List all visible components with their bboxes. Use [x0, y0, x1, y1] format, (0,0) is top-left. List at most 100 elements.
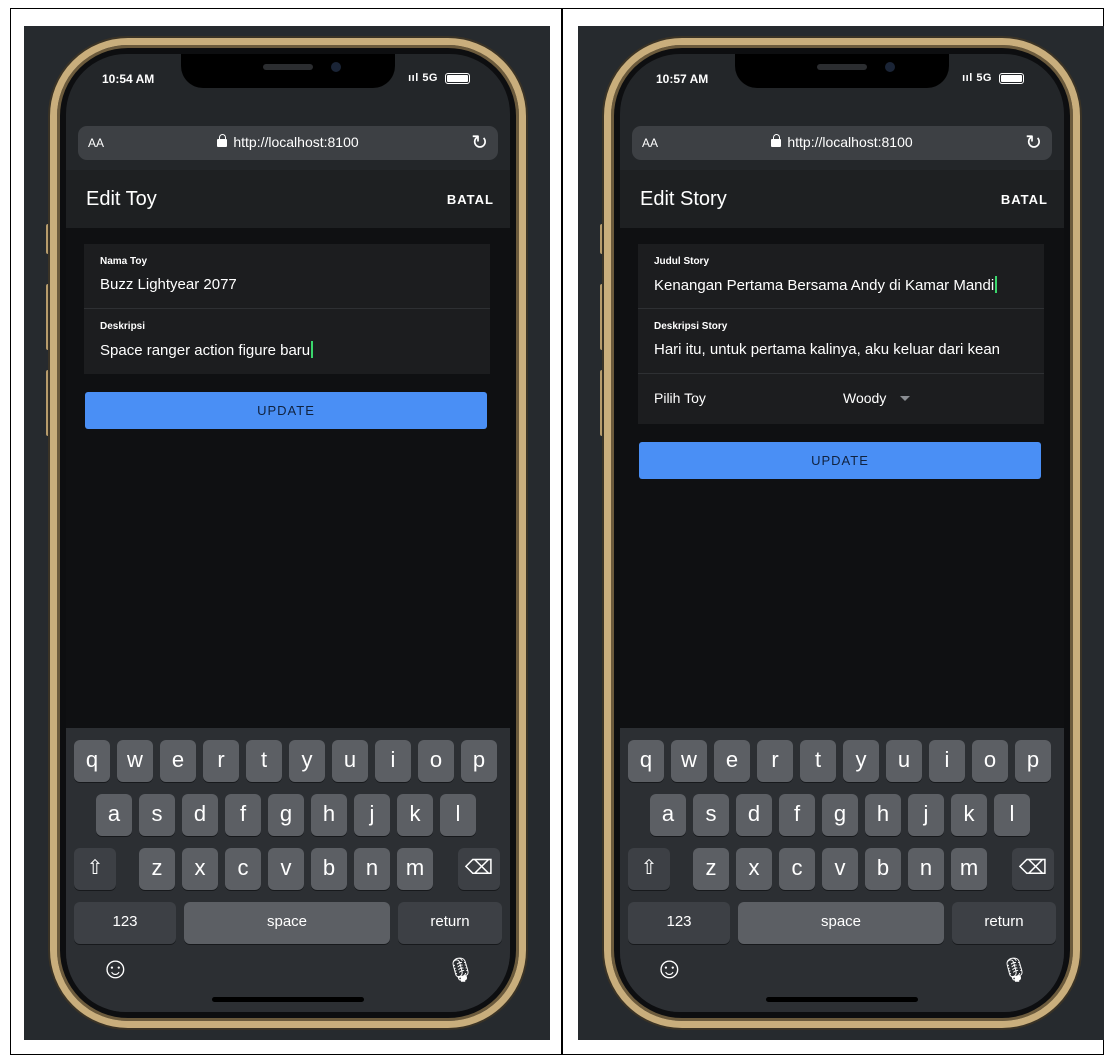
- key-f[interactable]: f: [779, 794, 815, 836]
- speaker: [263, 64, 313, 70]
- address-bar[interactable]: AA http://localhost:8100 ↻: [632, 126, 1052, 160]
- toy-name-input[interactable]: Buzz Lightyear 2077: [100, 276, 480, 293]
- status-time: 10:54 AM: [102, 72, 155, 86]
- key-y[interactable]: y: [843, 740, 879, 782]
- key-v[interactable]: v: [268, 848, 304, 890]
- key-o[interactable]: o: [418, 740, 454, 782]
- key-n[interactable]: n: [354, 848, 390, 890]
- key-c[interactable]: c: [779, 848, 815, 890]
- description-field[interactable]: Deskripsi Space ranger action figure bar…: [84, 309, 490, 374]
- key-a[interactable]: a: [96, 794, 132, 836]
- toolbar: Edit Story BATAL: [620, 170, 1064, 228]
- key-r[interactable]: r: [757, 740, 793, 782]
- key-r[interactable]: r: [203, 740, 239, 782]
- key-b[interactable]: b: [311, 848, 347, 890]
- key-i[interactable]: i: [375, 740, 411, 782]
- key-l[interactable]: l: [440, 794, 476, 836]
- story-description-field[interactable]: Deskripsi Story Hari itu, untuk pertama …: [638, 309, 1044, 374]
- key-g[interactable]: g: [268, 794, 304, 836]
- key-v[interactable]: v: [822, 848, 858, 890]
- key-w[interactable]: w: [671, 740, 707, 782]
- key-h[interactable]: h: [865, 794, 901, 836]
- reload-icon[interactable]: ↻: [471, 130, 488, 155]
- cancel-button[interactable]: BATAL: [447, 192, 494, 207]
- key-q[interactable]: q: [74, 740, 110, 782]
- select-label: Pilih Toy: [654, 390, 706, 406]
- key-w[interactable]: w: [117, 740, 153, 782]
- key-f[interactable]: f: [225, 794, 261, 836]
- field-label: Judul Story: [654, 256, 710, 267]
- key-k[interactable]: k: [397, 794, 433, 836]
- key-c[interactable]: c: [225, 848, 261, 890]
- story-description-input[interactable]: Hari itu, untuk pertama kalinya, aku kel…: [654, 341, 1034, 358]
- toy-name-field[interactable]: Nama Toy Buzz Lightyear 2077: [84, 244, 490, 309]
- key-t[interactable]: t: [246, 740, 282, 782]
- key-p[interactable]: p: [1015, 740, 1051, 782]
- key-p[interactable]: p: [461, 740, 497, 782]
- phone-screen: 10:54 AM ııl 5G AA http://localhost:8100…: [66, 54, 510, 1012]
- update-button[interactable]: UPDATE: [85, 392, 487, 429]
- page-title: Edit Story: [640, 188, 727, 210]
- key-s[interactable]: s: [693, 794, 729, 836]
- key-k[interactable]: k: [951, 794, 987, 836]
- key-g[interactable]: g: [822, 794, 858, 836]
- battery-icon: [445, 73, 470, 84]
- grid-divider: [561, 8, 563, 1055]
- shift-key[interactable]: ⇧: [74, 848, 116, 890]
- key-d[interactable]: d: [182, 794, 218, 836]
- key-e[interactable]: e: [160, 740, 196, 782]
- key-u[interactable]: u: [332, 740, 368, 782]
- key-m[interactable]: m: [951, 848, 987, 890]
- key-d[interactable]: d: [736, 794, 772, 836]
- key-q[interactable]: q: [628, 740, 664, 782]
- key-j[interactable]: j: [354, 794, 390, 836]
- key-e[interactable]: e: [714, 740, 750, 782]
- key-z[interactable]: z: [693, 848, 729, 890]
- phone-screen: 10:57 AM ııl 5G AA http://localhost:8100…: [620, 54, 1064, 1012]
- url-display[interactable]: http://localhost:8100: [632, 134, 1052, 150]
- key-j[interactable]: j: [908, 794, 944, 836]
- dropdown-arrow-icon[interactable]: [900, 396, 910, 401]
- toolbar: Edit Toy BATAL: [66, 170, 510, 228]
- toy-select-value[interactable]: Woody: [843, 390, 886, 406]
- key-h[interactable]: h: [311, 794, 347, 836]
- home-indicator[interactable]: [766, 997, 918, 1002]
- description-input[interactable]: Space ranger action figure baru: [100, 341, 480, 359]
- key-z[interactable]: z: [139, 848, 175, 890]
- emoji-icon[interactable]: ☺: [100, 952, 131, 986]
- shift-key[interactable]: ⇧: [628, 848, 670, 890]
- key-l[interactable]: l: [994, 794, 1030, 836]
- key-n[interactable]: n: [908, 848, 944, 890]
- field-label: Deskripsi: [100, 321, 146, 332]
- address-bar[interactable]: AA http://localhost:8100 ↻: [78, 126, 498, 160]
- reload-icon[interactable]: ↻: [1025, 130, 1042, 155]
- home-indicator[interactable]: [212, 997, 364, 1002]
- backspace-key[interactable]: ⌫: [458, 848, 500, 890]
- toy-select-field[interactable]: Pilih Toy Woody: [638, 374, 1044, 424]
- key-u[interactable]: u: [886, 740, 922, 782]
- backspace-key[interactable]: ⌫: [1012, 848, 1054, 890]
- key-i[interactable]: i: [929, 740, 965, 782]
- camera: [331, 62, 341, 72]
- microphone-icon[interactable]: 🎙: [446, 956, 476, 985]
- microphone-icon[interactable]: 🎙: [1000, 956, 1030, 985]
- key-a[interactable]: a: [650, 794, 686, 836]
- key-o[interactable]: o: [972, 740, 1008, 782]
- status-bar: 10:54 AM ııl 5G: [66, 54, 510, 114]
- emoji-icon[interactable]: ☺: [654, 952, 685, 986]
- cancel-button[interactable]: BATAL: [1001, 192, 1048, 207]
- story-title-field[interactable]: Judul Story Kenangan Pertama Bersama And…: [638, 244, 1044, 309]
- update-button[interactable]: UPDATE: [639, 442, 1041, 479]
- key-s[interactable]: s: [139, 794, 175, 836]
- key-y[interactable]: y: [289, 740, 325, 782]
- text-caret: [995, 276, 998, 293]
- text-caret: [311, 341, 314, 358]
- key-t[interactable]: t: [800, 740, 836, 782]
- key-x[interactable]: x: [182, 848, 218, 890]
- story-title-input[interactable]: Kenangan Pertama Bersama Andy di Kamar M…: [654, 276, 1034, 294]
- url-display[interactable]: http://localhost:8100: [78, 134, 498, 150]
- key-x[interactable]: x: [736, 848, 772, 890]
- notch: [735, 54, 949, 88]
- key-b[interactable]: b: [865, 848, 901, 890]
- key-m[interactable]: m: [397, 848, 433, 890]
